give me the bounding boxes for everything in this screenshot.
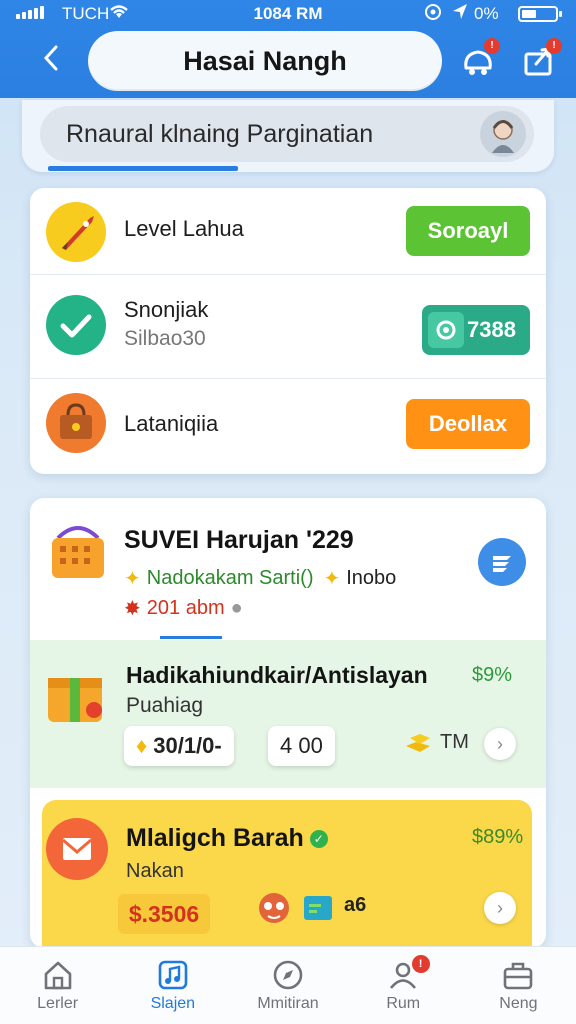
nav-label: Mmitiran [257, 995, 319, 1012]
gold-bars-icon [406, 734, 430, 752]
mascot-icon [254, 886, 294, 928]
battery-percent: 0% [474, 4, 499, 23]
nav-label: Neng [499, 995, 538, 1012]
active-indicator [48, 166, 238, 171]
promo-green-tm: TM [402, 726, 469, 758]
status-bar: TUCH 1084 RM 0% [0, 0, 576, 26]
nav-label: Lerler [37, 995, 79, 1012]
promo-yellow-extra: a6 [344, 894, 367, 916]
layers-button[interactable] [478, 538, 526, 586]
list-item-label: Level Lahua [124, 216, 244, 241]
chip-value: 4 00 [280, 733, 323, 758]
nav-label: Slajen [150, 995, 196, 1012]
share-badge: ! [546, 38, 562, 54]
chevron-right-icon: › [497, 734, 503, 754]
feature-title: SUVEI Harujan '229 [124, 526, 354, 554]
feature-meta-b: Inobo [346, 567, 397, 589]
feature-meta: ✦ Nadokakam Sarti() ✦ Inobo [124, 566, 396, 591]
nav-home[interactable]: Lerler [0, 947, 115, 1024]
share-button[interactable]: ! [522, 38, 562, 80]
layers-icon [493, 556, 511, 572]
nav-slajen[interactable]: Slajen [115, 947, 230, 1024]
feature-meta-a: Nadokakam Sarti() [146, 567, 314, 589]
list-item-label: Lataniqiia [124, 411, 219, 436]
list-item-subtitle: Silbao30 [124, 327, 206, 350]
promo-yellow-header: Mlaligch Barah ✓ [126, 824, 328, 853]
snonjiak-action-value: 7388 [467, 317, 516, 342]
gear-icon [428, 312, 464, 348]
compass-icon [273, 960, 303, 990]
actions-list: Level Lahua Soroayl Snonjiak Silbao30 73… [30, 188, 546, 474]
back-button[interactable] [36, 44, 66, 78]
rocket-icon [46, 202, 106, 262]
sparkle-icon: ✸ [124, 598, 141, 620]
location-icon [452, 3, 468, 26]
chip-value: 30/1/0- [153, 733, 222, 758]
promo-yellow-title: Mlaligch Barah [126, 824, 304, 852]
snonjiak-action-button[interactable]: 7388 [422, 305, 530, 355]
promo-green-percent: $9% [472, 664, 513, 686]
home-icon [44, 961, 71, 990]
battery-icon [518, 6, 562, 22]
list-item-label: Snonjiak [124, 297, 209, 322]
level-action-button[interactable]: Soroayl [406, 206, 530, 256]
tm-label: TM [440, 730, 469, 753]
promo-green-title: Hadikahiundkair/Antislayan [126, 662, 428, 688]
promo-yellow-price: $.3506 [118, 894, 210, 934]
lataniqiia-action-button[interactable]: Deollax [406, 399, 530, 449]
page-title: Hasai Nangh [88, 31, 442, 91]
search-placeholder: Rnaural klnaing Parginatian [66, 120, 374, 148]
briefcase-icon [46, 393, 106, 453]
list-item-level: Level Lahua Soroayl [30, 188, 546, 288]
notification-badge: ! [484, 38, 500, 54]
promo-green-chip-1[interactable]: ♦ 30/1/0- [124, 726, 234, 766]
alarm-icon [424, 3, 442, 26]
list-item-snonjiak: Snonjiak Silbao30 7388 [30, 274, 546, 378]
nav-label: Rum [386, 995, 421, 1012]
notifications-button[interactable]: ! [460, 38, 500, 80]
basket-icon [44, 516, 112, 584]
chevron-right-icon: › [497, 898, 503, 918]
mail-icon [46, 818, 108, 880]
search-input[interactable]: Rnaural klnaing Parginatian [40, 106, 534, 162]
info-icon: ● [230, 597, 243, 619]
check-icon [46, 295, 106, 355]
nav-neng[interactable]: Neng [461, 947, 576, 1024]
promo-green-chip-2[interactable]: 4 00 [268, 726, 335, 766]
promo-yellow-chevron[interactable]: › [484, 892, 516, 924]
feature-price: 201 abm [146, 597, 225, 619]
app-header: TUCH 1084 RM 0% Hasai Nangh ! ! [0, 0, 576, 98]
gift-box-icon [40, 660, 110, 726]
card-icon [300, 890, 336, 928]
promo-yellow-percent: $89% [472, 826, 524, 848]
thumb-up-icon: ♦ [136, 733, 148, 758]
nav-rum-badge: ! [411, 955, 430, 973]
promo-green-chevron[interactable]: › [484, 728, 516, 760]
briefcase-icon [504, 962, 533, 990]
music-icon [158, 960, 188, 990]
verified-icon: ✓ [309, 829, 328, 848]
search-container: Rnaural klnaing Parginatian [22, 100, 554, 172]
feature-price-row: ✸ 201 abm ● [124, 596, 243, 621]
nav-rum[interactable]: ! Rum [346, 947, 461, 1024]
feature-underline [160, 636, 222, 639]
promo-green-subtitle: Puahiag [126, 694, 204, 717]
star-icon: ✦ [124, 568, 141, 590]
promo-yellow-subtitle: Nakan [126, 860, 184, 882]
star-icon: ✦ [323, 568, 341, 590]
list-item-lataniqiia: Lataniqiia Deollax [30, 378, 546, 474]
nav-mmitiran[interactable]: Mmitiran [230, 947, 345, 1024]
avatar[interactable] [480, 111, 526, 157]
bottom-nav: Lerler Slajen Mmitiran ! Rum Neng [0, 946, 576, 1024]
